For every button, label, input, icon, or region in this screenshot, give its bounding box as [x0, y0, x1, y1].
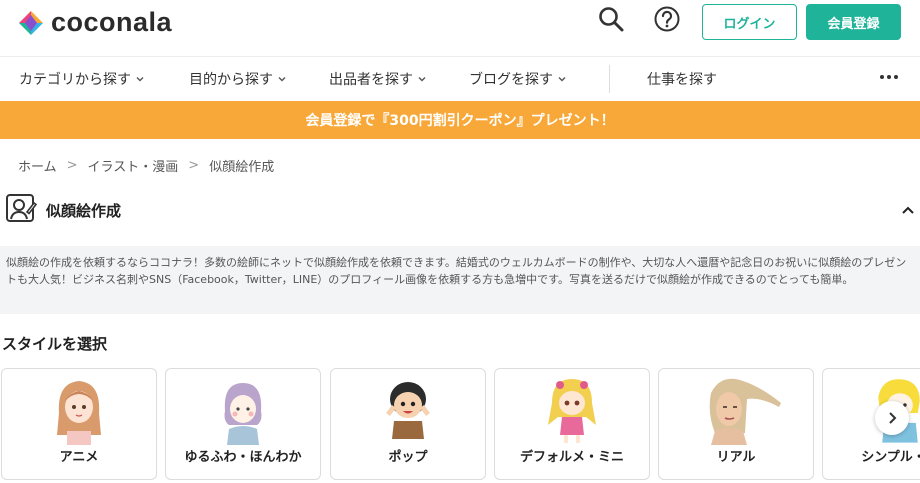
style-card-image	[659, 373, 813, 445]
nav-item-label: 仕事を探す	[647, 72, 717, 88]
style-section-title: スタイルを選択	[2, 335, 108, 353]
register-button[interactable]: 会員登録	[806, 4, 901, 40]
chevron-down-icon	[278, 77, 286, 82]
nav-divider	[609, 65, 610, 93]
chevron-right-icon	[889, 412, 897, 424]
breadcrumb: ホーム > イラスト・漫画 > 似顔絵作成	[18, 156, 274, 175]
nav-item-label: 目的から探す	[189, 72, 273, 88]
chevron-up-icon[interactable]	[900, 202, 916, 218]
style-card-image	[331, 373, 485, 445]
nav-item-label: ブログを探す	[469, 72, 553, 88]
help-icon[interactable]	[653, 5, 681, 33]
promo-banner-text: 会員登録で『300円割引クーポン』プレゼント！	[305, 113, 615, 129]
chevron-down-icon	[558, 77, 566, 82]
breadcrumb-home[interactable]: ホーム	[18, 156, 57, 175]
main-nav: カテゴリから探す 目的から探す 出品者を探す ブログを探す 仕事を探す	[0, 56, 920, 100]
style-card-deformed[interactable]: デフォルメ・ミニ	[494, 368, 650, 480]
style-card-label: ゆるふわ・ほんわか	[184, 450, 302, 465]
breadcrumb-separator: >	[66, 158, 78, 173]
category-description-text: 似顔絵の作成を依頼するならココナラ！多数の絵師にネットで似顔絵作成を依頼できます…	[6, 256, 907, 286]
breadcrumb-separator: >	[188, 158, 200, 173]
style-card-pop[interactable]: ポップ	[330, 368, 486, 480]
style-card-label: リアル	[716, 450, 756, 465]
portrait-icon	[6, 194, 37, 222]
logo[interactable]: coconala	[17, 7, 172, 38]
style-card-yurufuwa[interactable]: ゆるふわ・ほんわか	[165, 368, 321, 480]
style-card-label: ポップ	[388, 450, 428, 465]
search-icon[interactable]	[597, 5, 625, 33]
logo-text: coconala	[51, 7, 173, 37]
nav-item-jobs[interactable]: 仕事を探す	[647, 69, 717, 89]
nav-item-label: カテゴリから探す	[19, 72, 131, 88]
nav-item-sellers[interactable]: 出品者を探す	[329, 69, 427, 89]
style-card-label: シンプル・フ	[861, 450, 920, 465]
style-card-image	[2, 373, 156, 445]
login-button[interactable]: ログイン	[702, 4, 797, 40]
style-card-anime[interactable]: アニメ	[1, 368, 157, 480]
breadcrumb-current: 似顔絵作成	[209, 160, 275, 175]
carousel-next-button[interactable]	[875, 401, 909, 435]
chevron-down-icon	[136, 77, 144, 82]
promo-banner[interactable]: 会員登録で『300円割引クーポン』プレゼント！	[0, 101, 920, 139]
page-title: 似顔絵作成	[46, 202, 122, 220]
category-description: 似顔絵の作成を依頼するならココナラ！多数の絵師にネットで似顔絵作成を依頼できます…	[0, 246, 920, 314]
style-card-image	[166, 373, 320, 445]
nav-item-purpose[interactable]: 目的から探す	[189, 69, 287, 89]
style-card-label: アニメ	[59, 450, 99, 465]
more-icon[interactable]	[880, 75, 898, 79]
nav-item-blog[interactable]: ブログを探す	[469, 69, 567, 89]
nav-item-category[interactable]: カテゴリから探す	[19, 69, 145, 89]
style-card-image	[495, 373, 649, 445]
style-card-real[interactable]: リアル	[658, 368, 814, 480]
header: coconala ログイン 会員登録	[0, 0, 920, 44]
category-header[interactable]: 似顔絵作成	[5, 192, 920, 228]
style-carousel: アニメ ゆるふわ・ほんわか ポップ デフォルメ・ミニ リアル シンプル	[0, 368, 920, 483]
breadcrumb-illust[interactable]: イラスト・漫画	[88, 156, 179, 175]
style-card-label: デフォルメ・ミニ	[519, 450, 624, 465]
nav-item-label: 出品者を探す	[329, 72, 413, 88]
logo-mark-icon	[19, 10, 43, 35]
chevron-down-icon	[418, 77, 426, 82]
